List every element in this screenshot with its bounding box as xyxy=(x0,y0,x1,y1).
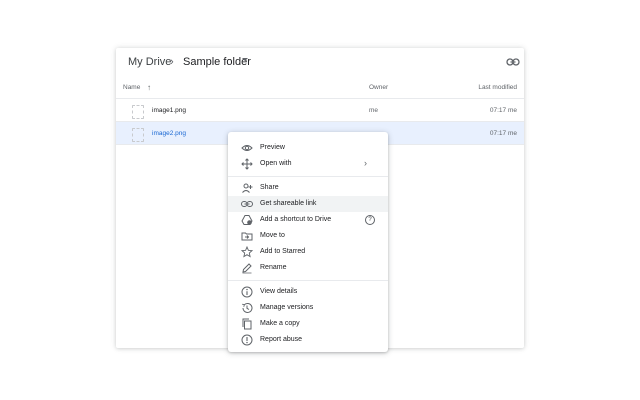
menu-divider xyxy=(228,176,388,177)
menu-item-open-with[interactable]: Open with › xyxy=(228,156,388,172)
link-icon[interactable] xyxy=(506,57,520,67)
menu-item-label: Add to Starred xyxy=(260,248,306,255)
breadcrumb-separator: › xyxy=(170,56,174,68)
menu-item-add-starred[interactable]: Add to Starred xyxy=(228,244,388,260)
menu-item-add-shortcut[interactable]: Add a shortcut to Drive ? xyxy=(228,212,388,228)
menu-item-label: Report abuse xyxy=(260,336,303,343)
drive-shortcut-icon xyxy=(241,214,253,226)
column-owner-header: Owner xyxy=(369,84,389,91)
move-arrows-icon xyxy=(241,158,253,170)
menu-item-label: Manage versions xyxy=(260,304,314,311)
menu-item-move-to[interactable]: Move to xyxy=(228,228,388,244)
file-owner: me xyxy=(369,107,379,114)
link-icon xyxy=(241,198,253,210)
star-icon xyxy=(241,246,253,258)
pencil-icon xyxy=(241,262,253,274)
breadcrumb: My Drive › Sample folder xyxy=(116,48,524,78)
chevron-down-icon[interactable] xyxy=(242,58,248,61)
menu-item-label: Share xyxy=(260,184,279,191)
menu-item-get-link[interactable]: Get shareable link xyxy=(228,196,388,212)
file-row[interactable]: image1.png me 07:17 me xyxy=(116,99,524,122)
image-file-icon xyxy=(132,128,144,142)
image-file-icon xyxy=(132,105,144,119)
menu-item-rename[interactable]: Rename xyxy=(228,260,388,276)
menu-item-label: View details xyxy=(260,288,298,295)
menu-item-label: Rename xyxy=(260,264,287,271)
report-icon xyxy=(241,334,253,346)
column-modified-header[interactable]: Last modified xyxy=(478,84,517,91)
menu-item-label: Add a shortcut to Drive xyxy=(260,216,332,223)
chevron-right-icon: › xyxy=(364,158,367,168)
file-name: image1.png xyxy=(152,107,186,114)
menu-item-label: Preview xyxy=(260,144,285,151)
menu-item-make-copy[interactable]: Make a copy xyxy=(228,316,388,332)
menu-item-label: Make a copy xyxy=(260,320,300,327)
history-icon xyxy=(241,302,253,314)
file-name: image2.png xyxy=(152,130,186,137)
file-modified: 07:17 me xyxy=(489,130,517,137)
file-modified: 07:17 me xyxy=(489,107,517,114)
menu-item-report-abuse[interactable]: Report abuse xyxy=(228,332,388,348)
copy-icon xyxy=(241,318,253,330)
menu-item-share[interactable]: Share xyxy=(228,180,388,196)
menu-divider xyxy=(228,280,388,281)
menu-item-view-details[interactable]: View details xyxy=(228,284,388,300)
menu-item-manage-versions[interactable]: Manage versions xyxy=(228,300,388,316)
context-menu: Preview Open with › Share Get shareable … xyxy=(228,132,388,352)
help-icon[interactable]: ? xyxy=(365,215,375,225)
info-icon xyxy=(241,286,253,298)
breadcrumb-current-folder[interactable]: Sample folder xyxy=(183,56,251,68)
sort-arrow-icon[interactable]: ↑ xyxy=(147,83,151,92)
column-header-row: Name ↑ Owner Last modified xyxy=(116,82,524,99)
menu-item-label: Move to xyxy=(260,232,285,239)
breadcrumb-my-drive[interactable]: My Drive xyxy=(128,56,171,68)
menu-item-label: Get shareable link xyxy=(260,200,317,207)
menu-item-preview[interactable]: Preview xyxy=(228,140,388,156)
column-name-header[interactable]: Name xyxy=(123,84,140,91)
person-add-icon xyxy=(241,182,253,194)
folder-move-icon xyxy=(241,230,253,242)
menu-item-label: Open with xyxy=(260,160,292,167)
eye-icon xyxy=(241,142,253,154)
